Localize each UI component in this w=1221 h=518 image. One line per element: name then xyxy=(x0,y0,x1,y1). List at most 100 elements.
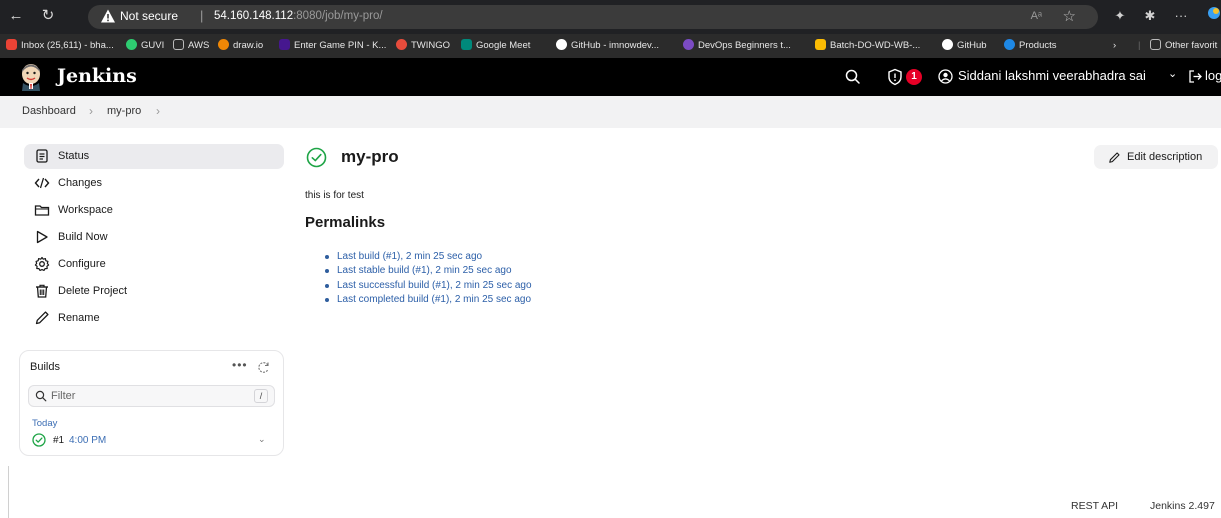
sidebar-item-label: Build Now xyxy=(58,231,108,243)
sidebar-item-label: Changes xyxy=(58,177,103,189)
search-icon xyxy=(35,390,47,402)
refresh-icon[interactable]: ↻ xyxy=(38,6,58,26)
bookmark-twingo[interactable]: TWINGO xyxy=(396,38,450,54)
permalink-last-stable-build[interactable]: Last stable build (#1), 2 min 25 sec ago xyxy=(337,265,512,276)
sidebar-item-label: Configure xyxy=(58,258,106,270)
favorites-icon[interactable]: ✦ xyxy=(1110,6,1130,26)
sidebar-item-label: Status xyxy=(58,150,90,162)
bookmark-google-meet[interactable]: Google Meet xyxy=(461,38,530,54)
back-arrow-icon[interactable]: ← xyxy=(6,6,26,26)
permalink-last-completed-build[interactable]: Last completed build (#1), 2 min 25 sec … xyxy=(337,294,531,305)
bookmark-drawio[interactable]: draw.io xyxy=(218,38,263,54)
build-group-label: Today xyxy=(32,418,58,429)
success-check-icon xyxy=(306,147,327,168)
search-icon[interactable] xyxy=(844,68,862,86)
url-text[interactable]: 54.160.148.112:8080/job/my-pro/ xyxy=(214,10,383,22)
bookmark-products[interactable]: Products xyxy=(1004,38,1057,54)
sidebar-item-label: Rename xyxy=(58,312,100,324)
bookmark-kahoot[interactable]: Enter Game PIN - K... xyxy=(279,38,386,54)
jenkins-logo-icon[interactable] xyxy=(18,63,44,91)
sidebar-item-label: Delete Project xyxy=(58,285,128,297)
bookmark-github[interactable]: GitHub xyxy=(942,38,987,54)
copilot-icon[interactable] xyxy=(1206,6,1221,26)
build-number[interactable]: #1 xyxy=(53,435,64,446)
app-title[interactable]: Jenkins xyxy=(57,65,137,87)
bookmark-aws[interactable]: AWS xyxy=(173,38,209,54)
list-item: Last successful build (#1), 2 min 25 sec… xyxy=(305,279,532,293)
logout-link[interactable]: log out xyxy=(1205,68,1221,83)
edit-description-button[interactable]: Edit description xyxy=(1094,145,1218,169)
favorite-star-icon[interactable]: ☆ xyxy=(1063,7,1076,25)
chevron-right-icon: › xyxy=(89,104,93,118)
permalink-last-build[interactable]: Last build (#1), 2 min 25 sec ago xyxy=(337,251,482,262)
devops-icon xyxy=(683,39,694,50)
read-aloud-icon[interactable]: Aᵃ xyxy=(1031,10,1042,22)
breadcrumb-my-pro[interactable]: my-pro xyxy=(107,105,141,117)
pencil-icon xyxy=(1109,152,1120,163)
url-separator: | xyxy=(200,8,204,23)
products-icon xyxy=(1004,39,1015,50)
bookmark-other-favorites[interactable]: Other favorit xyxy=(1150,38,1217,54)
sidebar-item-label: Workspace xyxy=(58,204,113,216)
play-icon xyxy=(36,230,48,244)
security-label[interactable]: Not secure xyxy=(120,9,178,23)
logout-icon[interactable] xyxy=(1188,69,1203,84)
sidebar-item-rename[interactable]: Rename xyxy=(24,306,284,331)
job-description: this is for test xyxy=(305,190,364,201)
sidebar-item-status[interactable]: Status xyxy=(24,144,284,169)
trash-icon xyxy=(36,284,48,298)
browser-toolbar: ← ↻ Not secure | 54.160.148.112:8080/job… xyxy=(0,0,1221,34)
bookmarks-divider: | xyxy=(1138,40,1141,51)
page-edge-divider xyxy=(8,466,9,518)
builds-card: Builds ••• / Today #1 4:00 PM ⌄ xyxy=(19,350,284,456)
more-options-icon[interactable]: ••• xyxy=(232,358,248,372)
folder-icon xyxy=(173,39,184,50)
alert-count-badge[interactable]: 1 xyxy=(906,69,922,85)
sidebar-item-delete-project[interactable]: Delete Project xyxy=(24,279,284,304)
breadcrumb-dashboard[interactable]: Dashboard xyxy=(22,105,76,117)
drawio-icon xyxy=(218,39,229,50)
filter-input[interactable] xyxy=(51,388,241,404)
chevron-down-icon[interactable]: ⌄ xyxy=(258,434,266,445)
sidebar-item-workspace[interactable]: Workspace xyxy=(24,198,284,223)
bookmark-inbox[interactable]: Inbox (25,611) - bha... xyxy=(6,38,114,54)
chevron-down-icon[interactable]: ⌄ xyxy=(1168,67,1177,80)
rest-api-link[interactable]: REST API xyxy=(1071,500,1118,512)
bookmarks-bar: Inbox (25,611) - bha... GUVI AWS draw.io… xyxy=(0,34,1221,58)
twingo-icon xyxy=(396,39,407,50)
bookmark-github-imnowdev[interactable]: GitHub - imnowdev... xyxy=(556,38,659,54)
success-check-icon xyxy=(32,433,46,447)
jenkins-header: Jenkins 1 Siddani lakshmi veerabhadra sa… xyxy=(0,58,1221,96)
list-item: Last build (#1), 2 min 25 sec ago xyxy=(305,250,532,264)
extensions-icon[interactable]: ✱ xyxy=(1140,6,1160,26)
bookmark-batch[interactable]: Batch-DO-WD-WB-... xyxy=(815,38,920,54)
guvi-icon xyxy=(126,39,137,50)
gmail-icon xyxy=(6,39,17,50)
bookmarks-overflow-chevron-icon[interactable]: › xyxy=(1113,38,1116,54)
build-row[interactable]: #1 4:00 PM ⌄ xyxy=(28,431,275,451)
list-item: Last completed build (#1), 2 min 25 sec … xyxy=(305,293,532,307)
bookmark-guvi[interactable]: GUVI xyxy=(126,38,164,54)
user-name-link[interactable]: Siddani lakshmi veerabhadra sai xyxy=(958,68,1146,83)
sidebar-item-changes[interactable]: Changes xyxy=(24,171,284,196)
permalinks-heading: Permalinks xyxy=(305,214,386,231)
breadcrumb: Dashboard › my-pro › xyxy=(0,96,1221,128)
sidebar-item-build-now[interactable]: Build Now xyxy=(24,225,284,250)
builds-filter[interactable]: / xyxy=(28,385,275,407)
url-path: :8080/job/my-pro/ xyxy=(293,10,383,22)
status-icon xyxy=(36,149,48,163)
github-icon xyxy=(556,39,567,50)
chevron-right-icon[interactable]: › xyxy=(156,104,160,118)
filter-shortcut-key: / xyxy=(254,389,268,403)
address-bar[interactable]: Not secure | 54.160.148.112:8080/job/my-… xyxy=(88,5,1098,29)
bookmark-devops[interactable]: DevOps Beginners t... xyxy=(683,38,791,54)
more-menu-icon[interactable]: ··· xyxy=(1171,6,1191,26)
build-time[interactable]: 4:00 PM xyxy=(69,435,106,446)
permalink-last-successful-build[interactable]: Last successful build (#1), 2 min 25 sec… xyxy=(337,280,532,291)
jenkins-version-link[interactable]: Jenkins 2.497 xyxy=(1150,500,1215,512)
sidebar-item-configure[interactable]: Configure xyxy=(24,252,284,277)
shield-icon[interactable] xyxy=(887,68,903,86)
refresh-icon[interactable] xyxy=(257,361,270,374)
page-title: my-pro xyxy=(341,147,399,166)
kahoot-icon xyxy=(279,39,290,50)
